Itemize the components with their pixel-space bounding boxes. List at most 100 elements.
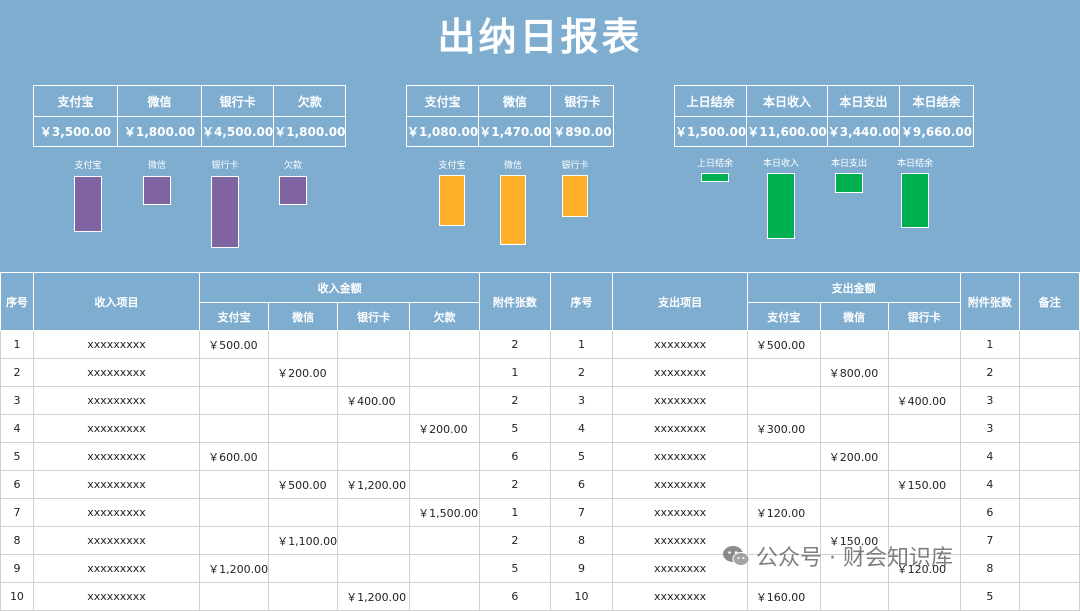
row-income-bankcard: ￥1,200.00 — [337, 582, 411, 611]
header-income-wechat: 微信 — [268, 302, 339, 331]
row-expense-bankcard — [887, 582, 961, 611]
row-income-bankcard — [337, 414, 411, 443]
chart-label: 本日结余 — [896, 159, 933, 169]
table-row: 10 xxxxxxxxx ￥1,200.00 6 10 xxxxxxxx ￥160.00 5 — [0, 582, 1080, 611]
row-income-alipay: ￥1,200.00 — [199, 554, 270, 583]
row-note — [1019, 582, 1080, 611]
row-income-alipay: ￥500.00 — [199, 330, 270, 359]
row-attach: 2 — [479, 330, 551, 359]
row-expense-wechat — [819, 386, 889, 415]
chart-label: 本日支出 — [830, 159, 867, 169]
chart-label: 微信 — [503, 161, 522, 171]
row-income-alipay — [199, 414, 270, 443]
row-income-debt — [409, 358, 481, 387]
row-income-item: xxxxxxxxx — [32, 554, 201, 583]
row-attach2: 4 — [959, 470, 1021, 499]
chart-label: 微信 — [147, 161, 166, 171]
row-seq: 2 — [0, 358, 34, 387]
header-seq: 序号 — [0, 272, 34, 331]
row-seq2: 9 — [549, 554, 614, 583]
row-income-wechat — [268, 554, 339, 583]
summary-balance-value: ￥9,660.00 — [899, 116, 975, 147]
row-seq2: 10 — [549, 582, 614, 611]
row-attach: 2 — [479, 386, 551, 415]
row-income-bankcard: ￥1,200.00 — [337, 470, 411, 499]
summary-expense-value: ￥1,080.00 — [405, 116, 480, 147]
row-income-alipay — [199, 386, 270, 415]
row-income-item: xxxxxxxxx — [32, 386, 201, 415]
header-income-bankcard: 银行卡 — [337, 302, 411, 331]
row-income-bankcard — [337, 554, 411, 583]
row-income-item: xxxxxxxxx — [32, 414, 201, 443]
row-attach2: 5 — [959, 582, 1021, 611]
summary-expense-header: 微信 — [478, 85, 552, 117]
row-expense-alipay: ￥160.00 — [746, 582, 821, 611]
row-expense-alipay — [746, 470, 821, 499]
header-expense-amount: 支出金额 — [746, 272, 961, 303]
row-income-wechat — [268, 498, 339, 527]
row-note — [1019, 554, 1080, 583]
row-income-bankcard — [337, 526, 411, 555]
table-row: 1 xxxxxxxxx ￥500.00 2 1 xxxxxxxx ￥500.00 1 — [0, 330, 1080, 359]
row-income-item: xxxxxxxxx — [32, 330, 201, 359]
row-seq2: 8 — [549, 526, 614, 555]
summary-balance-header: 本日结余 — [899, 85, 975, 117]
summary-income-header: 支付宝 — [33, 85, 118, 117]
row-expense-wechat: ￥800.00 — [819, 358, 889, 387]
row-expense-item: xxxxxxxx — [612, 386, 748, 415]
table-row: 3 xxxxxxxxx ￥400.00 2 3 xxxxxxxx ￥400.00 3 — [0, 386, 1080, 415]
row-income-wechat — [268, 414, 339, 443]
row-seq2: 5 — [549, 442, 614, 471]
row-income-bankcard — [337, 358, 411, 387]
row-seq: 10 — [0, 582, 34, 611]
row-seq: 5 — [0, 442, 34, 471]
row-note — [1019, 414, 1080, 443]
summary-income-value: ￥3,500.00 — [33, 116, 118, 147]
chart-label: 银行卡 — [561, 161, 589, 171]
table-row: 4 xxxxxxxxx ￥200.00 5 4 xxxxxxxx ￥300.00 3 — [0, 414, 1080, 443]
row-income-alipay — [199, 526, 270, 555]
header-expense-wechat: 微信 — [819, 302, 889, 331]
row-income-alipay — [199, 358, 270, 387]
table-row: 7 xxxxxxxxx ￥1,500.00 1 7 xxxxxxxx ￥120.00 6 — [0, 498, 1080, 527]
chart-label: 银行卡 — [211, 161, 239, 171]
header-expense-bankcard: 银行卡 — [887, 302, 961, 331]
row-seq2: 2 — [549, 358, 614, 387]
summary-balance-value: ￥11,600.00 — [746, 116, 828, 147]
row-attach2: 3 — [959, 414, 1021, 443]
row-income-debt — [409, 330, 481, 359]
chart-bar — [211, 176, 239, 248]
row-income-alipay — [199, 582, 270, 611]
row-income-debt — [409, 470, 481, 499]
chart-bar — [835, 173, 863, 193]
header-expense-item: 支出项目 — [612, 272, 748, 331]
row-expense-item: xxxxxxxx — [612, 442, 748, 471]
summary-expense-header: 支付宝 — [405, 85, 480, 117]
row-attach: 2 — [479, 470, 551, 499]
row-note — [1019, 386, 1080, 415]
row-income-debt: ￥200.00 — [409, 414, 481, 443]
row-income-wechat — [268, 330, 339, 359]
row-expense-wechat — [819, 414, 889, 443]
row-income-bankcard — [337, 442, 411, 471]
row-income-debt — [409, 554, 481, 583]
summary-expense-table: 支付宝 微信 银行卡 ￥1,080.00 ￥1,470.00 ￥890.00 — [405, 85, 615, 147]
table-row: 2 xxxxxxxxx ￥200.00 1 2 xxxxxxxx ￥800.00 2 — [0, 358, 1080, 387]
row-expense-item: xxxxxxxx — [612, 330, 748, 359]
row-income-bankcard — [337, 330, 411, 359]
row-expense-bankcard — [887, 442, 961, 471]
chart-bar — [279, 176, 307, 205]
row-expense-item: xxxxxxxx — [612, 498, 748, 527]
chart-label: 支付宝 — [438, 161, 466, 171]
row-expense-bankcard — [887, 498, 961, 527]
row-income-debt — [409, 442, 481, 471]
row-expense-wechat — [819, 498, 889, 527]
row-expense-bankcard — [887, 358, 961, 387]
chart-bar — [562, 175, 588, 217]
chart-label: 本日收入 — [762, 159, 799, 169]
summary-balance-value: ￥3,440.00 — [826, 116, 901, 147]
row-seq2: 6 — [549, 470, 614, 499]
chart-bar — [767, 173, 795, 239]
header-attach: 附件张数 — [479, 272, 551, 331]
summary-balance-table: 上日结余 本日收入 本日支出 本日结余 ￥1,500.00 ￥11,600.00… — [673, 85, 975, 147]
